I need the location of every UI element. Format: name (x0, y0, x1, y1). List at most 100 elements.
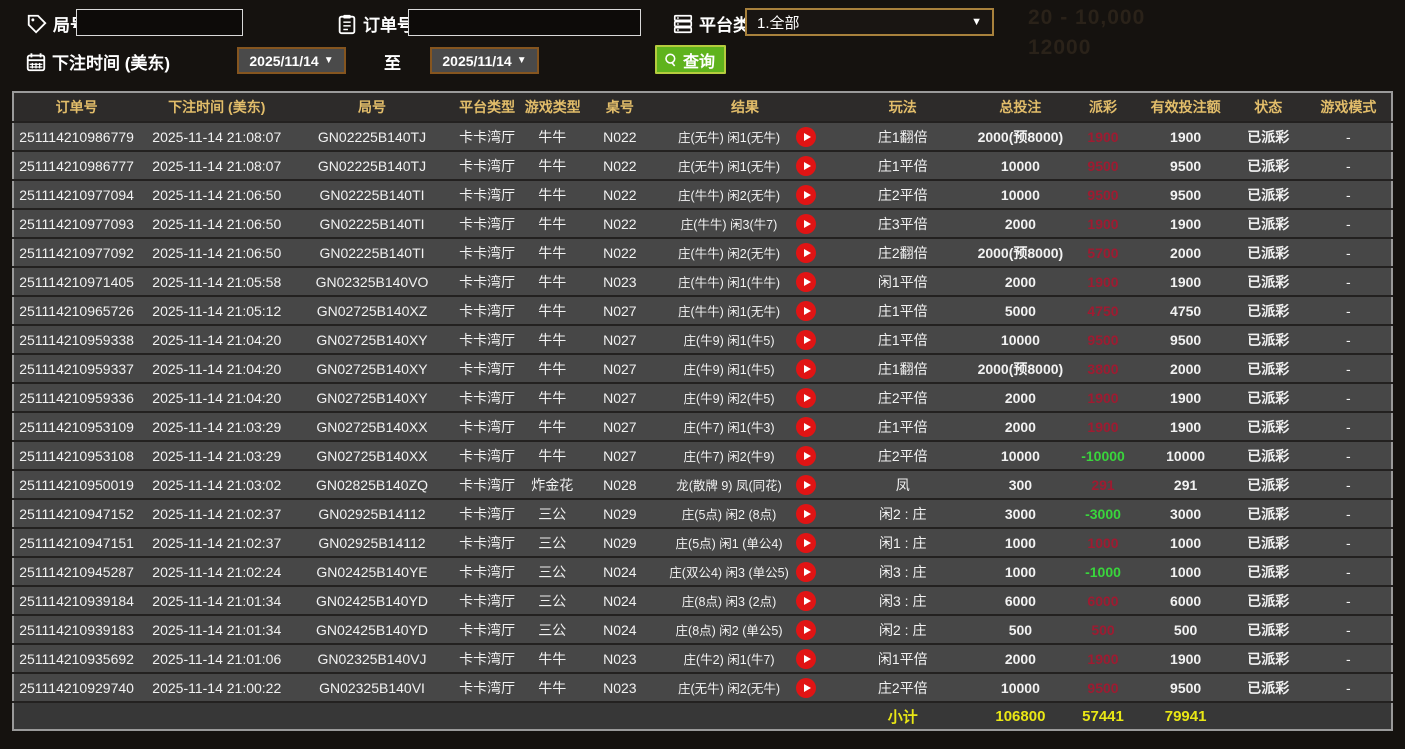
status-cell: 已派彩 (1231, 499, 1306, 528)
round-number-cell: GN02425B140YE (294, 557, 449, 586)
order-number-cell: 251114210965726 (13, 296, 139, 325)
play-video-icon[interactable] (796, 388, 816, 408)
play-video-icon[interactable] (796, 185, 816, 205)
bet-type-cell: 庄1翻倍 (830, 122, 975, 151)
valid-bet-cell: 500 (1141, 615, 1231, 644)
platform-type-cell: 卡卡湾厅 (450, 412, 525, 441)
total-bet-cell: 2000(预8000) (975, 122, 1065, 151)
round-number-cell: GN02725B140XX (294, 412, 449, 441)
play-video-icon[interactable] (796, 446, 816, 466)
table-row: 2511142109657262025-11-14 21:05:12GN0272… (13, 296, 1392, 325)
total-bet-cell: 10000 (975, 180, 1065, 209)
chevron-down-icon: ▼ (971, 16, 982, 28)
table-row: 2511142109452872025-11-14 21:02:24GN0242… (13, 557, 1392, 586)
column-header: 局号 (294, 92, 449, 122)
total-bet-cell: 2000 (975, 209, 1065, 238)
play-video-icon[interactable] (796, 330, 816, 350)
date-range-to-label: 至 (384, 49, 401, 74)
date-to-value: 2025/11/14 (442, 53, 511, 69)
total-bet-cell: 1000 (975, 528, 1065, 557)
order-number-input[interactable] (408, 9, 641, 36)
subtotal-payout: 57441 (1065, 702, 1140, 730)
bet-type-cell: 闲3 : 庄 (830, 557, 975, 586)
result-text: 庄(无牛) 闲2(无牛) (662, 678, 796, 697)
total-bet-cell: 2000(预8000) (975, 238, 1065, 267)
result-cell: 庄(牛牛) 闲1(牛牛) (660, 267, 830, 296)
game-mode-cell: - (1306, 441, 1392, 470)
result-cell: 庄(5点) 闲1 (单公4) (660, 528, 830, 557)
date-to-picker[interactable]: 2025/11/14 ▼ (430, 47, 539, 74)
play-video-icon[interactable] (796, 243, 816, 263)
order-number-cell: 251114210939183 (13, 615, 139, 644)
bet-type-cell: 庄1平倍 (830, 151, 975, 180)
order-filter-label: 订单号 (336, 11, 414, 36)
platform-type-cell: 卡卡湾厅 (450, 586, 525, 615)
total-bet-cell: 10000 (975, 441, 1065, 470)
platform-type-select[interactable]: 1.全部 ▼ (745, 8, 994, 36)
valid-bet-cell: 291 (1141, 470, 1231, 499)
game-type-cell: 炸金花 (525, 470, 580, 499)
round-number-cell: GN02725B140XY (294, 325, 449, 354)
column-header: 桌号 (580, 92, 660, 122)
bet-type-cell: 庄1平倍 (830, 296, 975, 325)
date-from-picker[interactable]: 2025/11/14 ▼ (237, 47, 346, 74)
search-button[interactable]: 查询 (655, 45, 726, 74)
total-bet-cell: 2000(预8000) (975, 354, 1065, 383)
table-row: 2511142109770932025-11-14 21:06:50GN0222… (13, 209, 1392, 238)
order-number-cell: 251114210929740 (13, 673, 139, 702)
bet-time-cell: 2025-11-14 21:03:02 (139, 470, 294, 499)
total-bet-cell: 500 (975, 615, 1065, 644)
valid-bet-cell: 1900 (1141, 122, 1231, 151)
status-cell: 已派彩 (1231, 557, 1306, 586)
play-video-icon[interactable] (796, 272, 816, 292)
valid-bet-cell: 9500 (1141, 151, 1231, 180)
play-video-icon[interactable] (796, 504, 816, 524)
table-number-cell: N027 (580, 412, 660, 441)
search-icon (663, 52, 679, 68)
game-mode-cell: - (1306, 151, 1392, 180)
play-video-icon[interactable] (796, 127, 816, 147)
bet-time-cell: 2025-11-14 21:08:07 (139, 122, 294, 151)
game-type-cell: 牛牛 (525, 325, 580, 354)
game-mode-cell: - (1306, 122, 1392, 151)
play-video-icon[interactable] (796, 359, 816, 379)
server-stack-icon (672, 13, 694, 35)
play-video-icon[interactable] (796, 533, 816, 553)
payout-cell: 1900 (1065, 644, 1140, 673)
subtotal-row: 小计 106800 57441 79941 (13, 702, 1392, 730)
table-row: 2511142109531092025-11-14 21:03:29GN0272… (13, 412, 1392, 441)
order-number-cell: 251114210939184 (13, 586, 139, 615)
table-row: 2511142109770922025-11-14 21:06:50GN0222… (13, 238, 1392, 267)
bet-time-cell: 2025-11-14 21:03:29 (139, 441, 294, 470)
platform-type-cell: 卡卡湾厅 (450, 644, 525, 673)
valid-bet-cell: 9500 (1141, 325, 1231, 354)
status-cell: 已派彩 (1231, 296, 1306, 325)
play-video-icon[interactable] (796, 156, 816, 176)
play-video-icon[interactable] (796, 562, 816, 582)
column-header: 总投注 (975, 92, 1065, 122)
valid-bet-cell: 2000 (1141, 354, 1231, 383)
round-input[interactable] (76, 9, 243, 36)
play-video-icon[interactable] (796, 475, 816, 495)
play-video-icon[interactable] (796, 417, 816, 437)
valid-bet-cell: 10000 (1141, 441, 1231, 470)
round-number-cell: GN02325B140VI (294, 673, 449, 702)
payout-cell: -1000 (1065, 557, 1140, 586)
game-mode-cell: - (1306, 615, 1392, 644)
platform-type-cell: 卡卡湾厅 (450, 238, 525, 267)
result-cell: 庄(牛牛) 闲1(无牛) (660, 296, 830, 325)
game-type-cell: 牛牛 (525, 180, 580, 209)
play-video-icon[interactable] (796, 678, 816, 698)
status-cell: 已派彩 (1231, 209, 1306, 238)
play-video-icon[interactable] (796, 649, 816, 669)
table-row: 2511142109391842025-11-14 21:01:34GN0242… (13, 586, 1392, 615)
payout-cell: 6000 (1065, 586, 1140, 615)
game-type-cell: 三公 (525, 557, 580, 586)
status-cell: 已派彩 (1231, 615, 1306, 644)
play-video-icon[interactable] (796, 214, 816, 234)
play-video-icon[interactable] (796, 591, 816, 611)
play-video-icon[interactable] (796, 620, 816, 640)
column-header: 玩法 (830, 92, 975, 122)
play-video-icon[interactable] (796, 301, 816, 321)
valid-bet-cell: 4750 (1141, 296, 1231, 325)
